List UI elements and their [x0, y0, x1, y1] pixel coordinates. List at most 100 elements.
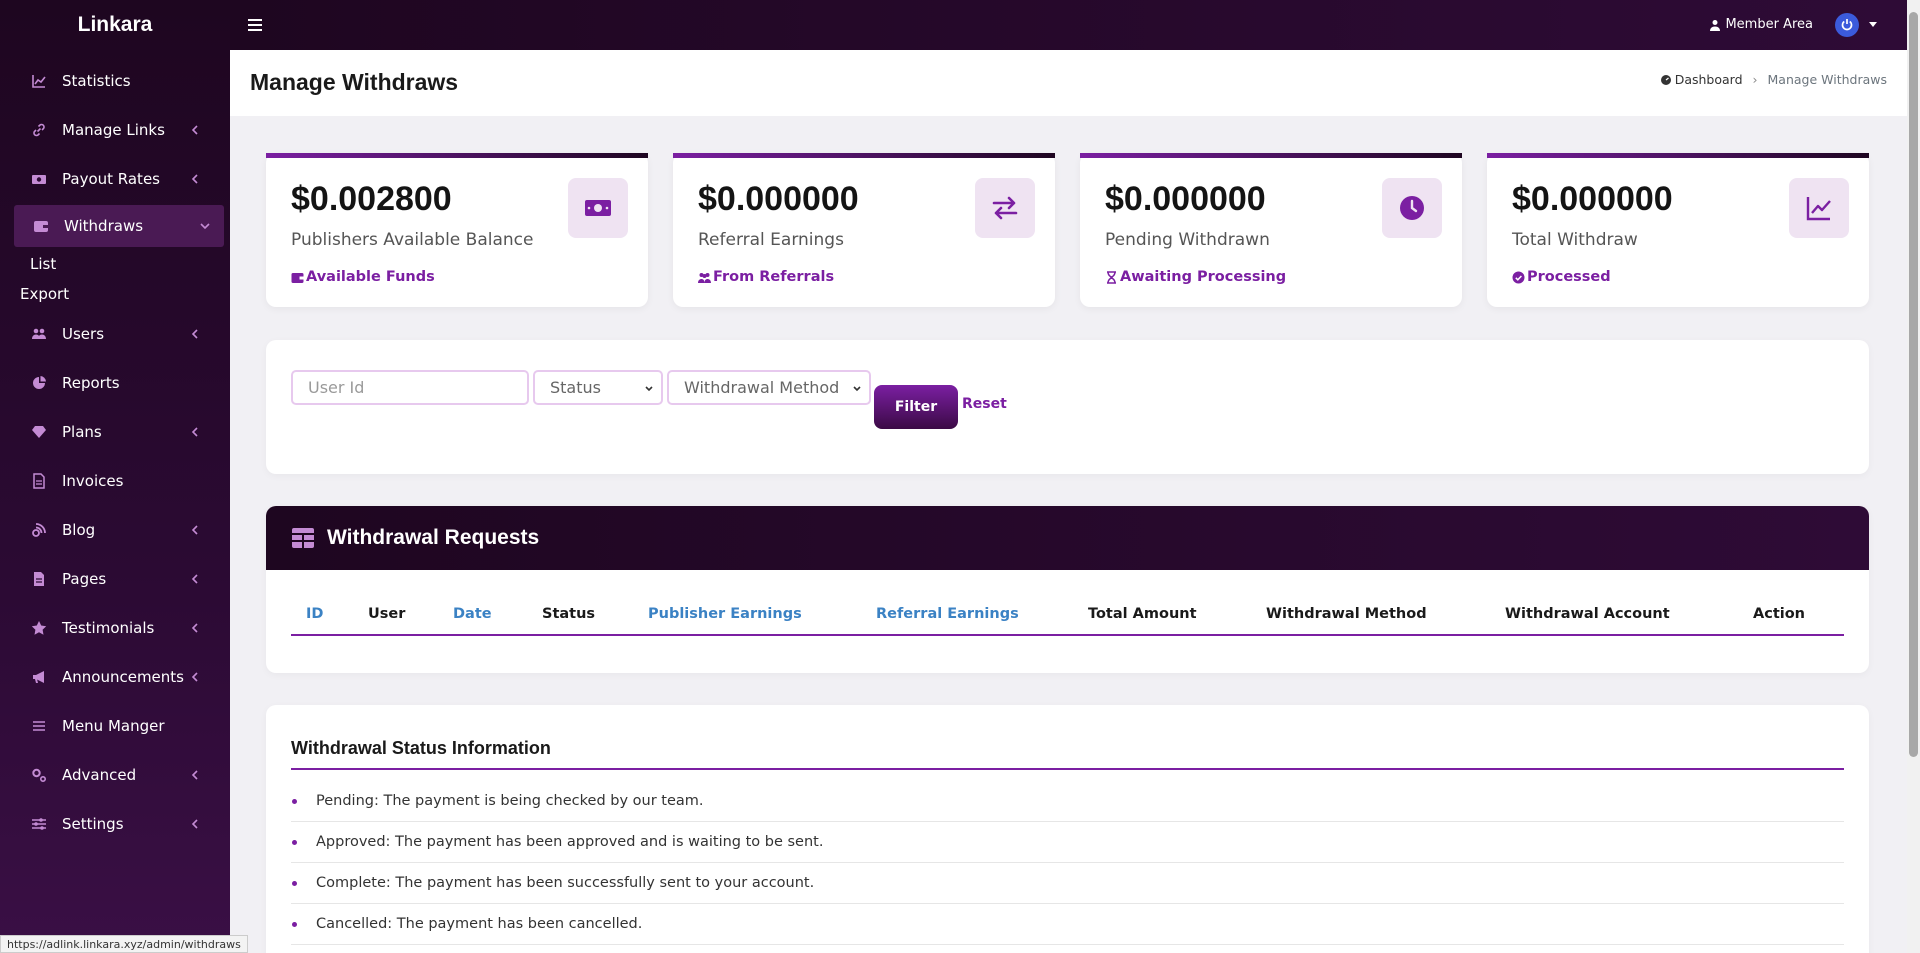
sidebar-item-payout-rates[interactable]: Payout Rates [0, 154, 230, 203]
users-icon [30, 325, 48, 343]
chevron-left-icon [191, 818, 198, 829]
bullhorn-icon [30, 668, 48, 686]
divider [291, 768, 1844, 770]
hourglass-icon [1107, 270, 1116, 284]
chevron-down-icon [645, 386, 653, 392]
chevron-left-icon [191, 769, 198, 780]
chevron-left-icon [191, 328, 198, 339]
sidebar-item-label: Payout Rates [62, 169, 160, 188]
sidebar-item-reports[interactable]: Reports [0, 358, 230, 407]
sidebar-item-testimonials[interactable]: Testimonials [0, 603, 230, 652]
column-status: Status [542, 606, 596, 622]
sidebar-item-label: Plans [62, 422, 102, 441]
blog-icon [30, 521, 48, 539]
sidebar-item-users[interactable]: Users [0, 309, 230, 358]
bullet-icon [292, 880, 297, 886]
chevron-left-icon [191, 124, 198, 135]
sidebar-item-plans[interactable]: Plans [0, 407, 230, 456]
power-icon[interactable] [1835, 13, 1859, 37]
sidebar-item-blog[interactable]: Blog [0, 505, 230, 554]
status-select[interactable]: Status [533, 370, 663, 405]
list-item: Cancelled: The payment has been cancelle… [291, 904, 1844, 945]
page-scrollbar[interactable] [1907, 0, 1920, 953]
user-icon [1710, 19, 1721, 31]
star-icon [30, 619, 48, 637]
stat-value: $0.002800 [291, 180, 452, 218]
sidebar-item-label: Announcements [62, 667, 184, 686]
chevron-left-icon [191, 573, 198, 584]
bullet-icon [292, 839, 297, 845]
withdrawal-requests-table: Withdrawal Requests ID User Date Status … [266, 506, 1869, 673]
stat-label: Publishers Available Balance [291, 230, 534, 250]
gem-icon [30, 423, 48, 441]
breadcrumb: Dashboard › Manage Withdraws [1660, 72, 1887, 87]
chevron-left-icon [191, 426, 198, 437]
check-circle-icon [1512, 271, 1525, 283]
column-referral-earnings[interactable]: Referral Earnings [876, 606, 1019, 622]
sidebar-item-invoices[interactable]: Invoices [0, 456, 230, 505]
column-total-amount: Total Amount [1088, 606, 1197, 622]
stat-sub: Available Funds [291, 269, 435, 285]
info-title: Withdrawal Status Information [291, 738, 551, 758]
user-id-input[interactable]: User Id [291, 370, 529, 405]
list-item-text: Complete: The payment has been successfu… [316, 875, 815, 891]
stat-value: $0.000000 [698, 180, 859, 218]
column-withdrawal-account: Withdrawal Account [1505, 606, 1670, 622]
breadcrumb-home[interactable]: Dashboard [1675, 72, 1743, 87]
stat-sub: Awaiting Processing [1105, 269, 1286, 285]
sidebar-item-withdraws[interactable]: Withdraws [14, 205, 224, 247]
sidebar: Linkara Statistics Manage Links Payout R… [0, 0, 230, 953]
withdrawal-method-select[interactable]: Withdrawal Method [667, 370, 871, 405]
sidebar-item-label: Blog [62, 520, 96, 539]
list-item: Pending: The payment is being checked by… [291, 781, 1844, 822]
status-select-value: Status [550, 378, 601, 397]
sidebar-item-advanced[interactable]: Advanced [0, 750, 230, 799]
user-menu-caret-icon[interactable] [1869, 22, 1877, 27]
sidebar-item-manage-links[interactable]: Manage Links [0, 105, 230, 154]
member-area-label: Member Area [1725, 17, 1813, 32]
stat-sub-label: From Referrals [713, 269, 835, 285]
filter-panel: User Id Status Withdrawal Method Filter … [266, 340, 1869, 474]
file-icon [30, 472, 48, 490]
column-id[interactable]: ID [306, 606, 323, 622]
sliders-icon [30, 815, 48, 833]
page-icon [30, 570, 48, 588]
list-icon [30, 717, 48, 735]
chevron-down-icon [200, 223, 210, 230]
sidebar-item-announcements[interactable]: Announcements [0, 652, 230, 701]
column-withdrawal-method: Withdrawal Method [1266, 606, 1427, 622]
stat-card-publishers-balance: $0.002800 Publishers Available Balance A… [266, 153, 648, 307]
breadcrumb-current: Manage Withdraws [1767, 72, 1887, 87]
brand-logo[interactable]: Linkara [0, 0, 230, 50]
sidebar-item-label: Statistics [62, 71, 131, 90]
member-area-link[interactable]: Member Area [1709, 17, 1813, 32]
money-bill-icon [568, 178, 628, 238]
column-publisher-earnings[interactable]: Publisher Earnings [648, 606, 802, 622]
cogs-icon [30, 766, 48, 784]
sidebar-item-statistics[interactable]: Statistics [0, 56, 230, 105]
sidebar-item-label: Pages [62, 569, 107, 588]
exchange-icon [975, 178, 1035, 238]
sidebar-item-label: Advanced [62, 765, 137, 784]
chevron-left-icon [191, 671, 198, 682]
scrollbar-thumb[interactable] [1909, 12, 1918, 757]
stat-card-total-withdraw: $0.000000 Total Withdraw Processed [1487, 153, 1869, 307]
reset-link[interactable]: Reset [962, 396, 1007, 412]
hamburger-menu-icon[interactable] [245, 17, 265, 33]
withdrawal-status-info: Withdrawal Status Information Pending: T… [266, 705, 1869, 953]
sidebar-item-label: Reports [62, 373, 120, 392]
sidebar-item-menu-manger[interactable]: Menu Manger [0, 701, 230, 750]
column-date[interactable]: Date [453, 606, 492, 622]
bullet-icon [292, 921, 297, 927]
sidebar-subitem-export[interactable]: Export [0, 279, 230, 309]
sidebar-subitem-list[interactable]: List [0, 249, 230, 279]
sidebar-item-label: Withdraws [64, 217, 144, 235]
table-icon [292, 528, 314, 548]
withdrawal-method-value: Withdrawal Method [684, 378, 840, 397]
chevron-left-icon [191, 524, 198, 535]
filter-button[interactable]: Filter [874, 385, 958, 429]
status-list: Pending: The payment is being checked by… [291, 781, 1844, 945]
table-header-bar: Withdrawal Requests [266, 506, 1869, 570]
sidebar-item-settings[interactable]: Settings [0, 799, 230, 848]
sidebar-item-pages[interactable]: Pages [0, 554, 230, 603]
